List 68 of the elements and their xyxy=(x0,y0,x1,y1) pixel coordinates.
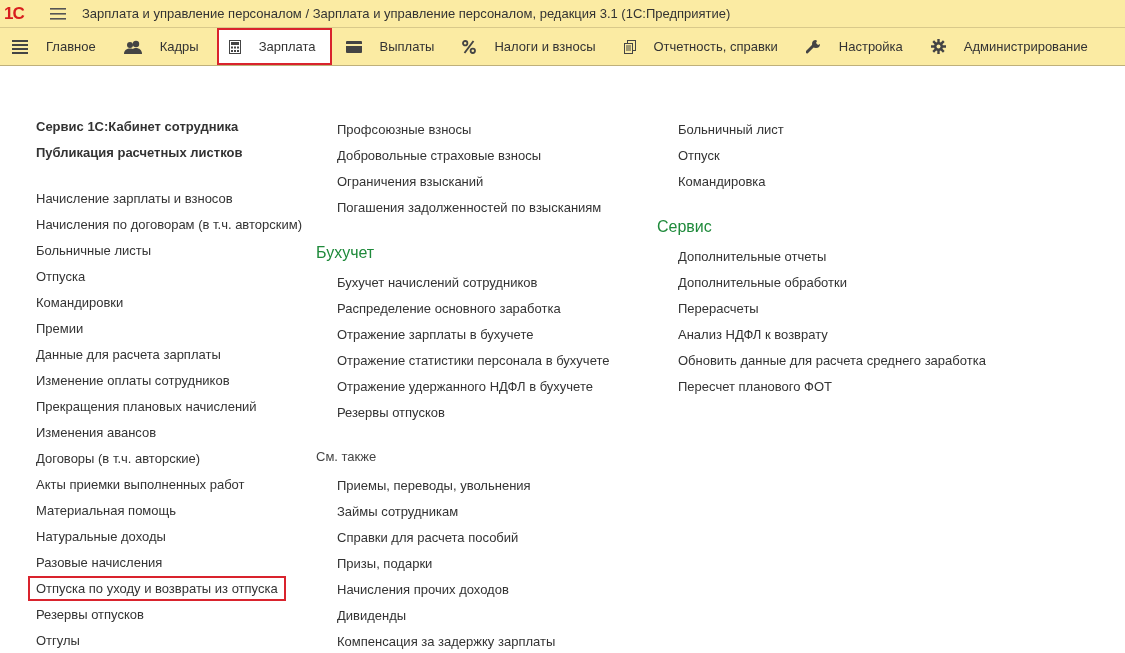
menu-link[interactable]: Командировки xyxy=(28,289,132,315)
app-logo: 1С xyxy=(4,3,25,24)
menu-link[interactable]: Отпуска по уходу и возвраты из отпуска xyxy=(28,575,286,601)
menu-link[interactable]: Дивиденды xyxy=(329,602,415,628)
menu-link[interactable]: Обновить данные для расчета среднего заработка xyxy=(670,347,994,373)
menu-link[interactable]: Добровольные страховые взносы xyxy=(329,142,550,168)
menu-link[interactable]: Разовые начисления xyxy=(28,549,171,575)
section-tab[interactable]: Кадры xyxy=(111,28,215,65)
section-tab[interactable]: Администрирование xyxy=(918,28,1104,65)
wrench-icon xyxy=(805,39,821,54)
menu-link[interactable]: Начисление зарплаты и взносов xyxy=(28,185,241,211)
menu-link[interactable]: Перерасчеты xyxy=(670,295,767,321)
menu-link[interactable]: Договоры (в т.ч. авторские) xyxy=(28,445,209,471)
people-icon xyxy=(123,39,142,54)
calculator-icon xyxy=(228,39,241,54)
menu-link[interactable]: Компенсация за задержку зарплаты xyxy=(329,628,564,653)
menu-link[interactable]: Изменения авансов xyxy=(28,419,165,445)
menu-link[interactable]: Распределение основного заработка xyxy=(329,295,569,321)
menu-link[interactable]: Премии xyxy=(28,315,92,341)
section-tab[interactable]: Зарплата xyxy=(216,28,332,65)
menu-link[interactable]: Бухучет начислений сотрудников xyxy=(329,269,546,295)
section-heading: Сервис xyxy=(657,216,713,237)
menu-link[interactable]: Отражение удержанного НДФЛ в бухучете xyxy=(329,373,601,399)
menu-link[interactable]: Данные для расчета зарплаты xyxy=(28,341,229,367)
menu-link[interactable]: Материальная помощь xyxy=(28,497,184,523)
section-tab[interactable]: Выплаты xyxy=(333,28,451,65)
menu-link[interactable]: Дополнительные обработки xyxy=(670,269,855,295)
menu-link[interactable]: Пересчет планового ФОТ xyxy=(670,373,840,399)
menu-link[interactable]: Справки для расчета пособий xyxy=(329,524,527,550)
menu-link[interactable]: Погашения задолженностей по взысканиям xyxy=(329,194,610,220)
menu-link[interactable]: Приемы, переводы, увольнения xyxy=(329,472,539,498)
menu-link[interactable]: Публикация расчетных листков xyxy=(28,139,251,165)
section-tab[interactable]: Настройка xyxy=(793,28,919,65)
menu-icon xyxy=(12,39,28,54)
section-heading: Бухучет xyxy=(316,242,376,263)
menu-link[interactable]: Отражение зарплаты в бухучете xyxy=(329,321,542,347)
menu-link[interactable]: Отпуск xyxy=(670,142,728,168)
menu-link[interactable]: Начисления по договорам (в т.ч. авторским) xyxy=(28,211,310,237)
menu-link[interactable]: Отпуска xyxy=(28,263,94,289)
percent-icon xyxy=(462,39,477,54)
menu-link[interactable]: Командировка xyxy=(670,168,774,194)
menu-link[interactable]: Резервы отпусков xyxy=(329,399,453,425)
menu-link[interactable]: Сервис 1С:Кабинет сотрудника xyxy=(28,113,247,139)
section-tab[interactable]: Отчетность, справки xyxy=(611,28,794,65)
menu-link[interactable]: Натуральные доходы xyxy=(28,523,174,549)
section-tab[interactable]: Налоги и взносы xyxy=(450,28,612,65)
menu-link[interactable]: Анализ НДФЛ к возврату xyxy=(670,321,836,347)
menu-link[interactable]: Призы, подарки xyxy=(329,550,441,576)
window-title: Зарплата и управление персоналом / Зарплата и управление персоналом, редакция 3.1 (1С:Предприятие) xyxy=(82,6,731,21)
documents-icon xyxy=(623,39,636,54)
menu-link[interactable]: Больничный лист xyxy=(670,116,792,142)
section-heading: См. также xyxy=(316,448,378,466)
menu-link[interactable]: Профсоюзные взносы xyxy=(329,116,480,142)
menu-link[interactable]: Акты приемки выполненных работ xyxy=(28,471,253,497)
menu-link[interactable]: Дополнительные отчеты xyxy=(670,243,835,269)
menu-link[interactable]: Отгулы xyxy=(28,627,88,653)
settings-icon xyxy=(930,39,946,54)
menu-icon[interactable] xyxy=(50,7,66,20)
section-tab[interactable]: Главное xyxy=(0,28,112,65)
menu-link[interactable]: Резервы отпусков xyxy=(28,601,152,627)
menu-link[interactable]: Прекращения плановых начислений xyxy=(28,393,265,419)
menu-link[interactable]: Начисления прочих доходов xyxy=(329,576,517,602)
menu-link[interactable]: Отражение статистики персонала в бухучете xyxy=(329,347,618,373)
menu-link[interactable]: Ограничения взысканий xyxy=(329,168,492,194)
card-icon xyxy=(345,40,362,53)
menu-link[interactable]: Изменение оплаты сотрудников xyxy=(28,367,238,393)
menu-link[interactable]: Больничные листы xyxy=(28,237,160,263)
menu-link[interactable]: Займы сотрудникам xyxy=(329,498,467,524)
